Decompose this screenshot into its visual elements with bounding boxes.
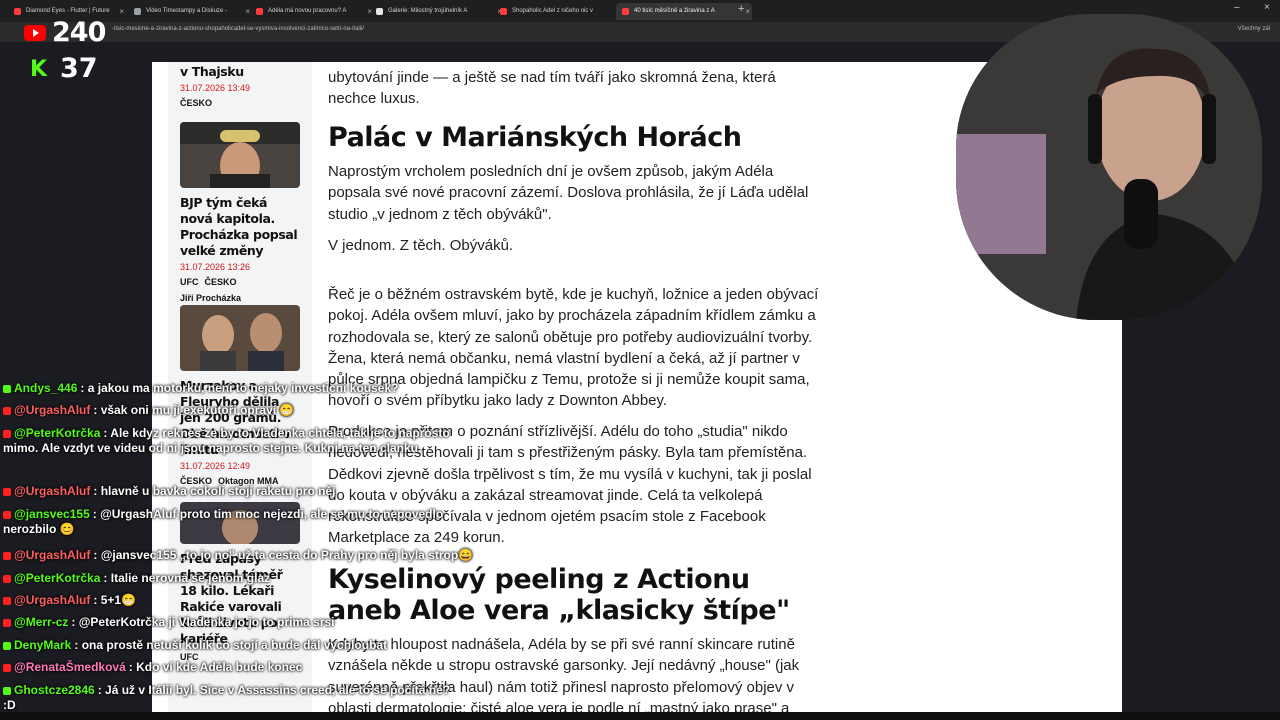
chat-text: : @PeterKotrčka ji Vladenka jo jo to pri… <box>71 615 335 629</box>
article-card-title[interactable]: v Thajsku <box>180 64 300 80</box>
close-window-icon[interactable]: × <box>1264 2 1270 13</box>
chat-text: : a jakou ma motorku, neni to nejaky inv… <box>80 381 399 395</box>
youtube-favicon-icon <box>14 8 21 15</box>
bookmarks-label[interactable]: Všechny zál <box>1238 26 1270 32</box>
chat-message: DenyMark: ona prostě netuší kolik co sto… <box>3 638 387 653</box>
article-paragraph: Naprostým vrcholem posledních dní je ovš… <box>328 163 809 223</box>
chat-username: @UrgashAluf <box>14 548 91 562</box>
fighters-photo-icon <box>180 305 300 371</box>
youtube-badge-icon <box>3 406 11 415</box>
new-tab-button[interactable]: + <box>738 3 744 15</box>
chat-username: Ghostcze2846 <box>14 683 95 697</box>
youtube-icon <box>24 25 46 41</box>
chat-message: @UrgashAluf: @jansvec155 „to jo no" už t… <box>3 548 473 563</box>
article-thumbnail[interactable] <box>180 305 300 371</box>
kick-logo-icon: K <box>30 57 48 82</box>
youtube-badge-icon <box>3 663 11 672</box>
chat-message: @PeterKotrčka: Ale kdyz reknes ze by to … <box>3 426 453 456</box>
chat-message: @RenataŠmedková: Kdo ví kde Adéla bude k… <box>3 660 302 675</box>
article-card-date: 31.07.2026 12:49 <box>180 461 251 471</box>
youtube-badge-icon <box>3 596 11 605</box>
youtube-badge-icon <box>3 429 11 438</box>
youtube-badge-icon <box>3 487 11 496</box>
streamer-webcam-image <box>956 14 1262 320</box>
related-article-card[interactable]: BJP tým čeká nová kapitola. Procházka po… <box>180 122 300 303</box>
tag[interactable]: ČESKO <box>180 98 212 108</box>
chat-message: Andys_446: a jakou ma motorku, neni to n… <box>3 381 398 396</box>
chat-username: @PeterKotrčka <box>14 571 101 585</box>
browser-tab[interactable]: Video Timestampy a Diskuze - × <box>128 3 252 20</box>
chat-username: Andys_446 <box>14 381 78 395</box>
youtube-badge-icon <box>3 574 11 583</box>
youtube-favicon-icon <box>500 8 507 15</box>
article-card-title[interactable]: BJP tým čeká nová kapitola. Procházka po… <box>180 195 300 259</box>
tag[interactable]: UFC <box>180 277 199 287</box>
kick-badge-icon <box>3 641 11 650</box>
chat-username: DenyMark <box>14 638 72 652</box>
chat-username: @UrgashAluf <box>14 484 91 498</box>
chat-message: @UrgashAluf: 5+1😁 <box>3 593 136 608</box>
article-card-title[interactable]: Před zápasy shazoval téměř 18 kilo. Léka… <box>180 551 300 647</box>
chat-username: @UrgashAluf <box>14 403 91 417</box>
article-card-tags: UFC ČESKO <box>180 277 300 287</box>
chat-message: @Merr-cz: @PeterKotrčka ji Vladenka jo j… <box>3 615 335 630</box>
discord-favicon-icon <box>134 8 141 15</box>
viewer-count: 37 <box>60 53 98 84</box>
chat-text: : @jansvec155 „to jo no" už ta cesta do … <box>93 548 474 562</box>
article-card-date: 31.07.2026 13:26 <box>180 262 251 272</box>
site-favicon-icon <box>622 8 629 15</box>
chat-username: @UrgashAluf <box>14 593 91 607</box>
browser-tab[interactable]: Shopaholic Adel z ničeho nic v × <box>494 3 628 20</box>
article-paragraph: Řeč je o běžném ostravském bytě, kde je … <box>328 286 819 410</box>
chat-text: : hlavně u bavka cokoli stojí raketu pro… <box>93 484 336 498</box>
chat-username: @jansvec155 <box>14 507 90 521</box>
article-card-author[interactable]: Jiří Procházka <box>180 293 300 303</box>
chat-message: @jansvec155: @UrgashAluf proto tim moc n… <box>3 507 453 537</box>
close-tab-icon[interactable]: × <box>745 3 750 20</box>
chat-username: @RenataŠmedková <box>14 660 126 674</box>
browser-tab[interactable]: Adéla má novou pracovnu? A × <box>250 3 374 20</box>
article-card-date: 31.07.2026 13:49 <box>180 83 251 93</box>
chat-username: @Merr-cz <box>14 615 69 629</box>
article-thumbnail[interactable] <box>180 122 300 188</box>
chat-text: : však oni mu jí exekutoři opraví 😁 <box>93 403 295 417</box>
kick-badge-icon <box>3 686 11 695</box>
article-paragraph: ubytování jinde — a ještě se nad tím tvá… <box>328 69 776 108</box>
chat-message: @UrgashAluf: hlavně u bavka cokoli stojí… <box>3 484 335 499</box>
x-favicon-icon <box>376 8 383 15</box>
url-text[interactable]: -tisic-mesicne-a-ziravina-z-actionu-shop… <box>112 26 364 32</box>
youtube-badge-icon <box>3 551 11 560</box>
kick-badge-icon <box>3 384 11 393</box>
chat-text: : 5+1😁 <box>93 593 137 607</box>
chat-text: : Kdo ví kde Adéla bude konec <box>128 660 303 674</box>
chat-text: : Italie nerovna se jenom glaz <box>103 571 271 585</box>
chat-text: : ona prostě netuší kolik co stojí a bud… <box>74 638 388 652</box>
chat-message: Ghostcze2846: Já už v Itálii byl. Sice v… <box>3 683 453 713</box>
minimize-icon[interactable]: – <box>1234 2 1240 13</box>
viewer-count: 240 <box>52 17 106 48</box>
webcam-feed <box>956 14 1262 320</box>
chat-message: @UrgashAluf: však oni mu jí exekutoři op… <box>3 403 294 418</box>
article-paragraph: V jednom. Z těch. Obýváků. <box>328 237 514 254</box>
chat-username: @PeterKotrčka <box>14 426 101 440</box>
youtube-badge-icon <box>3 618 11 627</box>
youtube-viewer-count: 240 <box>24 17 124 49</box>
youtube-badge-icon <box>3 510 11 519</box>
article-subheading: Palác v Mariánských Horách <box>328 122 742 153</box>
taskbar-strip <box>0 712 1280 720</box>
youtube-favicon-icon <box>256 8 263 15</box>
article-card-tags: ČESKO <box>180 98 300 108</box>
fighter-photo-icon <box>180 122 300 188</box>
browser-tab[interactable]: Galerie: Milostný trojúhelník A × <box>370 3 504 20</box>
article-subheading: Kyselinový peeling z Actionu aneb Aloe v… <box>328 564 790 626</box>
chat-message: @PeterKotrčka: Italie nerovna se jenom g… <box>3 571 270 586</box>
related-article-card[interactable]: v Thajsku 31.07.2026 13:49 ČESKO <box>180 64 300 108</box>
tag[interactable]: ČESKO <box>205 277 237 287</box>
browser-tab-active[interactable]: 40 tisíc měsíčně a žiravina z A × <box>616 3 752 20</box>
